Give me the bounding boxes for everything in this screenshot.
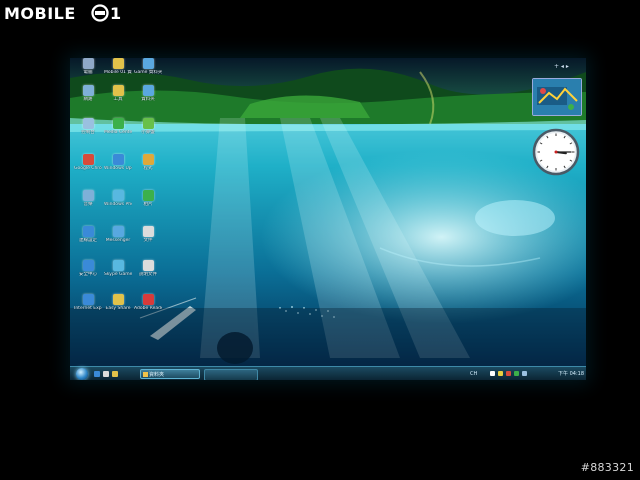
app-icon <box>112 260 124 271</box>
desktop-icon[interactable]: 電腦 <box>74 58 102 86</box>
folder-icon <box>143 372 148 377</box>
mobile01-logo: MOBILE 1 <box>4 4 121 23</box>
tray-update-icon[interactable] <box>506 371 511 376</box>
desktop-icon-label: 相片 <box>143 202 153 207</box>
tray-messenger-icon[interactable] <box>514 371 519 376</box>
desktop-icon-label: 小算盤 <box>141 130 155 135</box>
svg-text:MOBILE: MOBILE <box>4 4 76 23</box>
app-icon <box>142 118 154 129</box>
app-icon <box>142 58 154 69</box>
desktop-icon[interactable]: 文件 <box>134 226 162 254</box>
desktop-icon-label: Mobile 01 資料 <box>104 70 132 75</box>
desktop-icon[interactable]: Internet Explorer <box>74 294 102 322</box>
desktop-icon[interactable]: Windows Photo Gallery <box>104 190 132 218</box>
taskbar-window-label: 資料夾 <box>149 372 165 378</box>
app-icon <box>82 226 94 237</box>
desktop-icon-label: 工具 <box>113 97 123 102</box>
desktop-icon-label: 網路 <box>83 97 93 102</box>
slideshow-gadget[interactable] <box>532 78 582 116</box>
taskbar-window-button[interactable]: 資料夾 <box>140 369 200 379</box>
app-icon <box>142 85 154 96</box>
desktop-icon[interactable]: 說明文件 <box>134 260 162 288</box>
svg-text:1: 1 <box>110 4 121 23</box>
taskbar-window-button-2[interactable] <box>204 369 258 380</box>
app-icon <box>82 58 94 69</box>
desktop-icon[interactable]: Google Chrome <box>74 154 102 182</box>
desktop-icon-label: Internet Explorer <box>74 306 102 311</box>
desktop-icon[interactable]: Easy Share <box>104 294 132 322</box>
app-icon <box>112 154 124 165</box>
app-icon <box>82 85 94 96</box>
app-icon <box>82 260 94 271</box>
desktop-icon[interactable]: 音樂 <box>74 190 102 218</box>
app-icon <box>82 294 94 305</box>
app-icon <box>112 58 124 69</box>
monitor-screen: 電腦Mobile 01 資料Game 資料夾網路工具資料夾控制台Media Ce… <box>70 58 586 380</box>
desktop-icon[interactable]: 小算盤 <box>134 118 162 146</box>
sidebar-gadget-toolbar[interactable]: + ◂ ▸ <box>554 63 580 71</box>
desktop-icon[interactable]: 網路 <box>74 85 102 113</box>
desktop-icon[interactable]: 資料夾 <box>134 85 162 113</box>
desktop-icon-label: 文件 <box>143 238 153 243</box>
desktop-icon-label: Adobe Reader <box>134 306 162 311</box>
app-icon <box>112 85 124 96</box>
desktop-icon[interactable]: Adobe Reader <box>134 294 162 322</box>
app-icon <box>112 190 124 201</box>
desktop-icon[interactable]: 相片 <box>134 190 162 218</box>
desktop-icon-label: Skype Games <box>104 272 132 277</box>
desktop-icon-label: Easy Share <box>105 306 131 311</box>
desktop-icon-label: Windows Photo Gallery <box>104 202 132 207</box>
desktop-icon[interactable]: Windows Update <box>104 154 132 182</box>
desktop-icon-label: 說明文件 <box>139 272 157 277</box>
desktop-icon-label: 連線設定 <box>79 238 97 243</box>
tray-volume-icon[interactable] <box>522 371 527 376</box>
desktop-icon-label: Media Center <box>104 130 132 135</box>
desktop-icon[interactable]: 程式 <box>134 154 162 182</box>
quicklaunch-explorer-icon[interactable] <box>112 371 118 377</box>
desktop-icon[interactable]: Game 資料夾 <box>134 58 162 86</box>
taskbar-clock[interactable]: 下午 04:18 <box>558 369 584 379</box>
desktop-icon-label: Messenger <box>105 238 131 243</box>
app-icon <box>82 190 94 201</box>
desktop-icon-label: 安全中心 <box>79 272 97 277</box>
app-icon <box>112 294 124 305</box>
slideshow-image-icon <box>533 79 581 115</box>
desktop-icon-label: 程式 <box>143 166 153 171</box>
desktop-icon-label: Google Chrome <box>74 166 102 171</box>
app-icon <box>142 154 154 165</box>
clock-gadget[interactable] <box>532 128 580 176</box>
language-indicator[interactable]: CH <box>470 369 477 379</box>
app-icon <box>82 118 94 129</box>
tray-shield-icon[interactable] <box>498 371 503 376</box>
app-icon <box>142 260 154 271</box>
desktop-icon[interactable]: 工具 <box>104 85 132 113</box>
app-icon <box>112 118 124 129</box>
taskbar: 資料夾 CH 下午 04:18 <box>70 366 586 380</box>
desktop-icon-label: 控制台 <box>81 130 95 135</box>
desktop-icon-label: Windows Update <box>104 166 132 171</box>
desktop-icon-label: 資料夾 <box>141 97 155 102</box>
desktop-icon[interactable]: Media Center <box>104 118 132 146</box>
app-icon <box>112 226 124 237</box>
desktop-icon[interactable]: Skype Games <box>104 260 132 288</box>
desktop-icon[interactable]: 控制台 <box>74 118 102 146</box>
desktop-icon-label: 電腦 <box>83 70 93 75</box>
desktop-icon[interactable]: 連線設定 <box>74 226 102 254</box>
system-tray: CH 下午 04:18 <box>470 369 584 379</box>
quicklaunch-show-desktop-icon[interactable] <box>94 371 100 377</box>
app-icon <box>142 190 154 201</box>
start-button[interactable] <box>76 368 88 380</box>
photo-id-watermark: #883321 <box>580 461 634 474</box>
desktop-icon-label: 音樂 <box>83 202 93 207</box>
app-icon <box>82 154 94 165</box>
quicklaunch-switch-windows-icon[interactable] <box>103 371 109 377</box>
desktop-icon-label: Game 資料夾 <box>134 70 162 75</box>
desktop-icon[interactable]: Mobile 01 資料 <box>104 58 132 86</box>
desktop-icon[interactable]: 安全中心 <box>74 260 102 288</box>
tray-network-icon[interactable] <box>490 371 495 376</box>
app-icon <box>142 226 154 237</box>
app-icon <box>142 294 154 305</box>
desktop-icon[interactable]: Messenger <box>104 226 132 254</box>
